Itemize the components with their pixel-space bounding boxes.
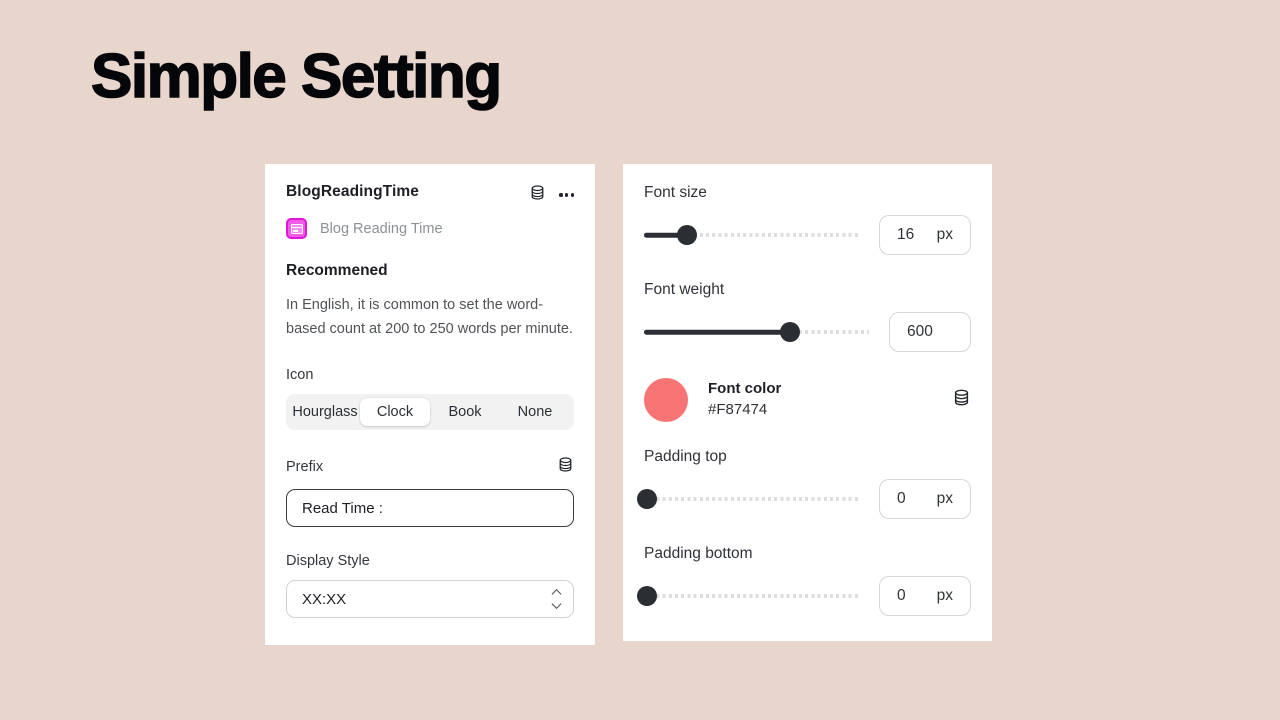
padding-bottom-unit: px bbox=[936, 587, 953, 604]
chevron-up-down-icon[interactable] bbox=[551, 589, 562, 609]
blog-reading-time-app-icon bbox=[286, 218, 307, 239]
font-size-value-box[interactable]: 16 px bbox=[879, 215, 971, 255]
slider-thumb[interactable] bbox=[677, 225, 697, 245]
padding-bottom-value-box[interactable]: 0 px bbox=[879, 576, 971, 616]
font-size-unit: px bbox=[936, 226, 953, 243]
segment-book[interactable]: Book bbox=[430, 398, 500, 426]
font-color-label: Font color bbox=[708, 380, 782, 397]
slider-thumb[interactable] bbox=[780, 322, 801, 342]
segment-clock[interactable]: Clock bbox=[360, 398, 430, 426]
padding-top-value: 0 bbox=[897, 490, 906, 507]
database-icon[interactable] bbox=[557, 456, 574, 478]
font-color-field: Font color #F87474 bbox=[644, 378, 971, 422]
padding-top-label: Padding top bbox=[644, 448, 727, 465]
font-color-swatch[interactable] bbox=[644, 378, 688, 422]
database-icon[interactable] bbox=[529, 184, 546, 206]
padding-top-slider[interactable] bbox=[637, 488, 859, 510]
slider-fill bbox=[644, 329, 791, 335]
font-weight-slider[interactable] bbox=[644, 321, 869, 343]
display-style-label-row: Display Style bbox=[286, 553, 574, 569]
settings-panel-right: Font size 16 px Font weight 600 Font col… bbox=[623, 164, 992, 641]
font-size-row: 16 px bbox=[644, 215, 971, 255]
padding-bottom-slider[interactable] bbox=[637, 585, 859, 607]
icon-field-label: Icon bbox=[286, 367, 314, 383]
recommended-heading: Recommened bbox=[286, 262, 388, 279]
padding-top-row: 0 px bbox=[637, 479, 971, 519]
slider-thumb[interactable] bbox=[637, 489, 657, 509]
font-weight-label: Font weight bbox=[644, 281, 725, 298]
prefix-field-label: Prefix bbox=[286, 459, 324, 475]
card-subtitle: Blog Reading Time bbox=[320, 220, 443, 237]
page-title: Simple Setting bbox=[90, 42, 503, 111]
prefix-field: Prefix bbox=[286, 456, 574, 527]
font-color-texts: Font color #F87474 bbox=[708, 379, 952, 421]
padding-bottom-label: Padding bottom bbox=[644, 545, 753, 562]
icon-field: Icon Hourglass Clock Book None bbox=[286, 367, 574, 430]
display-style-field: Display Style XX:XX bbox=[286, 553, 574, 618]
font-color-hex: #F87474 bbox=[708, 401, 768, 418]
padding-bottom-row: 0 px bbox=[637, 576, 971, 616]
slider-track bbox=[644, 594, 859, 598]
font-weight-field: Font weight 600 bbox=[644, 281, 971, 352]
font-size-slider[interactable] bbox=[644, 224, 859, 246]
slider-track bbox=[644, 497, 859, 501]
display-style-label: Display Style bbox=[286, 553, 370, 569]
display-style-select-wrap: XX:XX bbox=[286, 580, 574, 618]
font-weight-value-box[interactable]: 600 bbox=[889, 312, 971, 352]
settings-panel-left: BlogReadingTime Blog Reading Time Recomm… bbox=[265, 164, 595, 645]
padding-bottom-value: 0 bbox=[897, 587, 906, 604]
recommended-description: In English, it is common to set the word… bbox=[286, 297, 573, 337]
card-header-actions bbox=[529, 183, 574, 206]
display-style-value: XX:XX bbox=[302, 590, 347, 608]
prefix-field-label-row: Prefix bbox=[286, 456, 574, 478]
padding-bottom-field: Padding bottom 0 px bbox=[637, 545, 971, 616]
more-options-icon[interactable] bbox=[559, 189, 574, 200]
display-style-select[interactable]: XX:XX bbox=[286, 580, 574, 618]
font-weight-row: 600 bbox=[644, 312, 971, 352]
segment-hourglass[interactable]: Hourglass bbox=[290, 398, 360, 426]
font-size-label: Font size bbox=[644, 184, 707, 201]
padding-top-unit: px bbox=[936, 490, 953, 507]
card-title: BlogReadingTime bbox=[286, 183, 419, 200]
prefix-input[interactable] bbox=[286, 489, 574, 527]
padding-top-field: Padding top 0 px bbox=[637, 448, 971, 519]
font-size-value: 16 bbox=[897, 226, 915, 243]
font-size-field: Font size 16 px bbox=[644, 184, 971, 255]
card-subtitle-row: Blog Reading Time bbox=[286, 218, 574, 239]
segment-none[interactable]: None bbox=[500, 398, 570, 426]
font-weight-value: 600 bbox=[907, 323, 933, 340]
database-icon[interactable] bbox=[952, 388, 971, 412]
card-header: BlogReadingTime bbox=[286, 183, 574, 206]
icon-field-label-row: Icon bbox=[286, 367, 574, 383]
icon-segmented-control[interactable]: Hourglass Clock Book None bbox=[286, 394, 574, 430]
padding-top-value-box[interactable]: 0 px bbox=[879, 479, 971, 519]
slider-thumb[interactable] bbox=[637, 586, 657, 606]
